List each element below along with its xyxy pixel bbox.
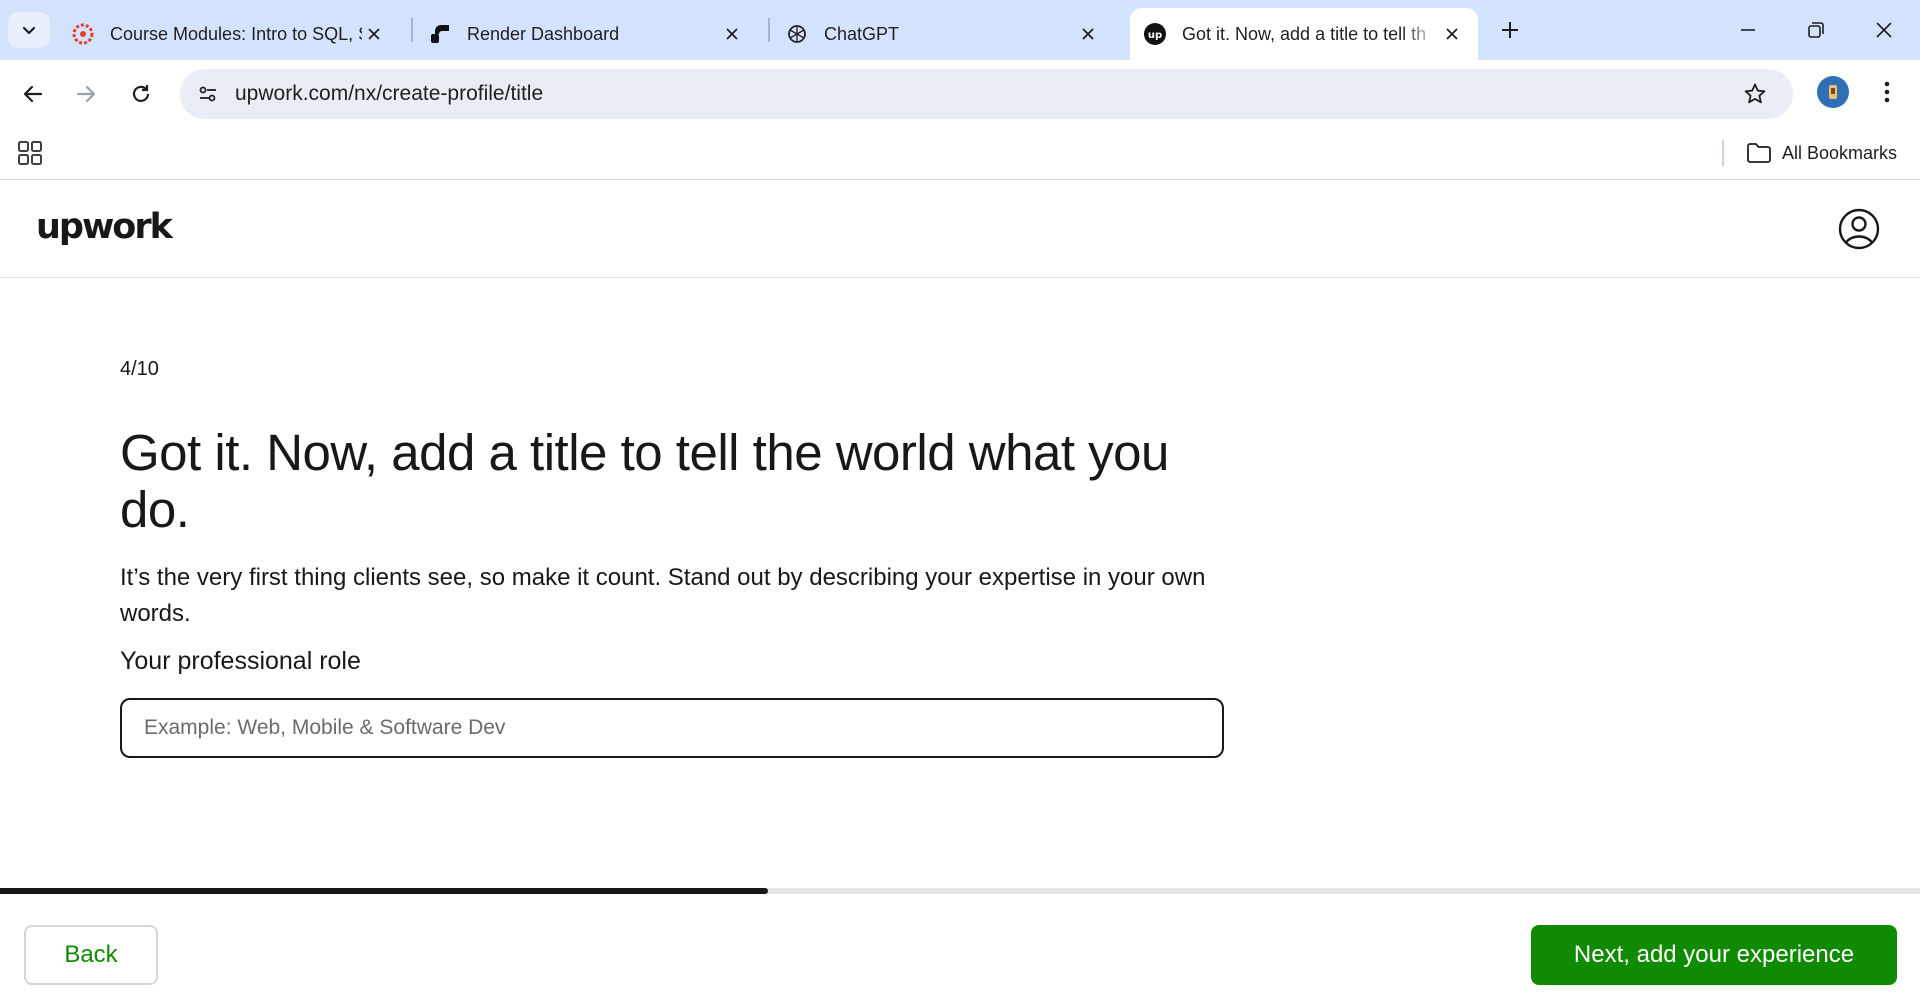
site-info-icon[interactable] bbox=[192, 78, 224, 110]
reload-icon bbox=[132, 85, 150, 102]
next-add-experience-button[interactable]: Next, add your experience bbox=[1531, 925, 1897, 985]
step-counter: 4/10 bbox=[120, 358, 159, 380]
tab-title: Render Dashboard bbox=[467, 23, 620, 44]
tab-search-button[interactable] bbox=[8, 12, 50, 48]
close-icon[interactable] bbox=[1440, 22, 1464, 46]
apps-grid-icon[interactable] bbox=[16, 139, 44, 167]
url-text: upwork.com/nx/create-profile/title bbox=[235, 82, 544, 105]
plus-icon bbox=[1502, 22, 1518, 38]
tab-title: Got it. Now, add a title to tell th bbox=[1182, 23, 1427, 44]
close-icon[interactable] bbox=[1076, 22, 1100, 46]
tab-render-dashboard[interactable]: Render Dashboard bbox=[415, 8, 758, 60]
close-icon[interactable] bbox=[720, 22, 744, 46]
close-icon[interactable] bbox=[362, 22, 386, 46]
tab-title: ChatGPT bbox=[824, 23, 900, 44]
browser-toolbar: upwork.com/nx/create-profile/title bbox=[0, 60, 1920, 127]
chevron-down-icon bbox=[22, 26, 36, 35]
tab-divider bbox=[411, 18, 413, 42]
upwork-logo[interactable]: upwork bbox=[36, 207, 173, 247]
bookmarks-divider bbox=[1722, 140, 1724, 166]
canvas-icon bbox=[72, 23, 94, 45]
site-header: upwork bbox=[0, 181, 1920, 278]
browser-menu-button[interactable] bbox=[1872, 74, 1902, 110]
address-bar[interactable]: upwork.com/nx/create-profile/title bbox=[180, 69, 1793, 119]
progress-bar bbox=[0, 888, 1920, 894]
back-button[interactable]: Back bbox=[24, 925, 158, 985]
minimize-button[interactable] bbox=[1726, 10, 1770, 50]
page-description: It’s the very first thing clients see, s… bbox=[120, 564, 1206, 627]
tab-chatgpt[interactable]: ChatGPT bbox=[772, 8, 1114, 60]
tab-course-modules[interactable]: Course Modules: Intro to SQL, S bbox=[58, 8, 400, 60]
minimize-icon bbox=[1741, 29, 1755, 31]
bookmark-star-icon[interactable] bbox=[1741, 80, 1769, 108]
close-icon bbox=[1876, 22, 1892, 38]
tab-upwork-create-profile[interactable]: up Got it. Now, add a title to tell th bbox=[1130, 8, 1478, 60]
reload-button[interactable] bbox=[121, 74, 161, 114]
tab-strip: Course Modules: Intro to SQL, S Render D… bbox=[0, 0, 1920, 60]
role-field-label: Your professional role bbox=[120, 647, 361, 675]
new-tab-button[interactable] bbox=[1492, 12, 1528, 48]
tab-title: Course Modules: Intro to SQL, S bbox=[110, 23, 362, 44]
restore-icon bbox=[1808, 22, 1824, 38]
more-vertical-icon bbox=[1884, 81, 1890, 103]
page-title: Got it. Now, add a title to tell the wor… bbox=[120, 424, 1169, 538]
render-icon bbox=[429, 23, 451, 45]
all-bookmarks-button[interactable]: All Bookmarks bbox=[1746, 138, 1897, 168]
account-icon[interactable] bbox=[1838, 208, 1880, 250]
bookmarks-bar: All Bookmarks bbox=[0, 127, 1920, 180]
restore-button[interactable] bbox=[1794, 10, 1838, 50]
back-nav-button[interactable] bbox=[13, 74, 53, 114]
upwork-icon: up bbox=[1144, 23, 1166, 45]
professional-role-input[interactable] bbox=[120, 698, 1224, 758]
progress-bar-fill bbox=[0, 888, 768, 894]
chatgpt-icon bbox=[786, 23, 808, 45]
svg-text:up: up bbox=[1148, 30, 1162, 41]
arrow-left-icon bbox=[23, 85, 43, 103]
forward-nav-button[interactable] bbox=[66, 74, 106, 114]
tab-divider bbox=[768, 18, 770, 42]
close-window-button[interactable] bbox=[1862, 10, 1906, 50]
folder-icon bbox=[1747, 143, 1771, 163]
all-bookmarks-label: All Bookmarks bbox=[1782, 142, 1898, 163]
arrow-right-icon bbox=[76, 85, 96, 103]
browser-profile-avatar[interactable] bbox=[1817, 76, 1849, 108]
